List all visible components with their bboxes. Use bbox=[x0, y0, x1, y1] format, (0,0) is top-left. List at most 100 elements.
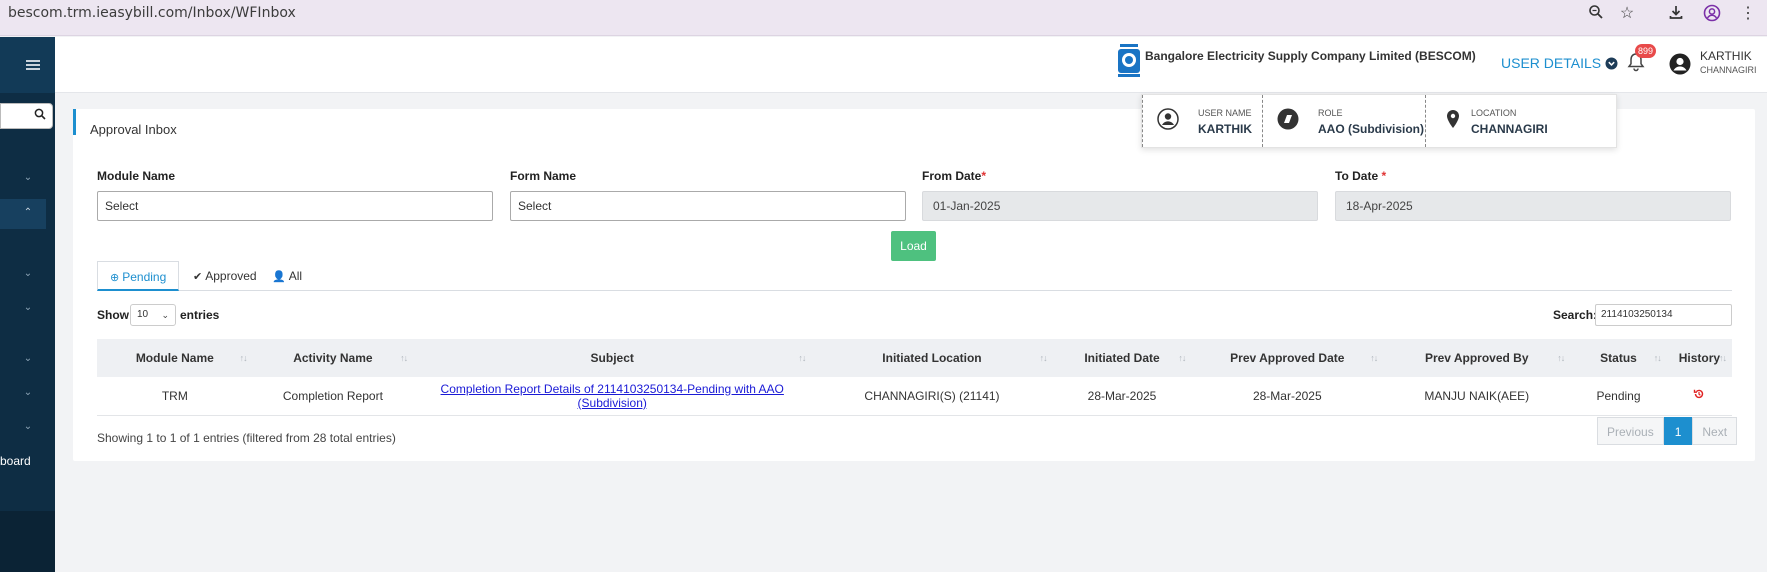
sort-icon: ↑↓ bbox=[1719, 353, 1727, 363]
chevron-down-icon[interactable]: ⌄ bbox=[22, 302, 34, 314]
cell-subject: Completion Report Details of 21141032501… bbox=[413, 377, 812, 416]
chevron-down-icon[interactable]: ⌄ bbox=[22, 268, 34, 280]
browser-bar: bescom.trm.ieasybill.com/Inbox/WFInbox ☆… bbox=[0, 0, 1767, 36]
sidebar: ⌄ ⌃ ⌄ ⌄ ⌄ ⌄ ⌄ board bbox=[0, 37, 55, 572]
plus-circle-icon: ⊕ bbox=[110, 272, 120, 284]
top-header: Bangalore Electricity Supply Company Lim… bbox=[55, 37, 1767, 93]
table-search-input[interactable]: 2114103250134 bbox=[1595, 304, 1732, 326]
col-activity-name[interactable]: Activity Name ↑↓ bbox=[252, 339, 414, 377]
browser-menu-icon[interactable]: ⋮ bbox=[1740, 4, 1756, 24]
user-details-toggle[interactable]: USER DETAILS bbox=[1501, 55, 1618, 71]
table-search-label: Search: bbox=[1553, 308, 1598, 322]
col-initiated-date[interactable]: Initiated Date ↑↓ bbox=[1052, 339, 1192, 377]
sort-icon: ↑↓ bbox=[1557, 353, 1565, 363]
table-info: Showing 1 to 1 of 1 entries (filtered fr… bbox=[97, 431, 396, 445]
sidebar-item-dashboard[interactable]: board bbox=[0, 454, 31, 468]
cell-location: CHANNAGIRI(S) (21141) bbox=[811, 377, 1053, 416]
col-prev-approved-date[interactable]: Prev Approved Date ↑↓ bbox=[1191, 339, 1384, 377]
col-history[interactable]: History ↑↓ bbox=[1666, 339, 1732, 377]
sort-icon: ↑↓ bbox=[1370, 353, 1378, 363]
module-name-label: Module Name bbox=[97, 169, 176, 183]
popup-role: ROLE AAO (Subdivision) bbox=[1262, 95, 1425, 147]
sort-icon: ↑↓ bbox=[1653, 353, 1662, 363]
header-user-location: CHANNAGIRI bbox=[1700, 65, 1757, 75]
entries-length-select[interactable]: 10 ⌄ bbox=[130, 304, 176, 326]
tab-approved[interactable]: ✔ Approved bbox=[181, 261, 269, 291]
col-initiated-location[interactable]: Initiated Location ↑↓ bbox=[811, 339, 1053, 377]
chevron-down-icon[interactable]: ⌄ bbox=[22, 172, 34, 184]
sort-icon: ↑↓ bbox=[1039, 353, 1048, 363]
page-1-button[interactable]: 1 bbox=[1663, 417, 1693, 445]
popup-location: LOCATION CHANNAGIRI bbox=[1425, 95, 1616, 147]
sidebar-footer bbox=[0, 511, 55, 572]
table-header-row: Module Name ↑↓ Activity Name ↑↓ Subject ↑↓ … bbox=[97, 339, 1732, 377]
approval-table: Module Name ↑↓ Activity Name ↑↓ Subject ↑↓ … bbox=[97, 339, 1732, 416]
sidebar-header bbox=[0, 37, 55, 93]
form-name-select[interactable]: Select bbox=[510, 191, 906, 221]
sort-icon: ↑↓ bbox=[400, 353, 408, 363]
popup-username: USER NAME KARTHIK bbox=[1142, 95, 1262, 147]
cell-activity: Completion Report bbox=[252, 377, 414, 416]
user-details-popup: USER NAME KARTHIK ROLE AAO (Subdivision)… bbox=[1141, 94, 1617, 148]
module-name-select[interactable]: Select bbox=[97, 191, 493, 221]
pagination: Previous 1 Next bbox=[1597, 417, 1738, 445]
sort-icon: ↑↓ bbox=[798, 353, 806, 363]
chevron-down-icon[interactable]: ⌄ bbox=[22, 421, 34, 433]
next-page-button[interactable]: Next bbox=[1692, 417, 1738, 445]
download-icon[interactable] bbox=[1666, 4, 1686, 24]
location-pin-icon bbox=[1447, 110, 1459, 128]
form-name-label: Form Name bbox=[510, 169, 577, 183]
cell-status: Pending bbox=[1570, 377, 1667, 416]
role-badge-icon bbox=[1277, 108, 1299, 130]
chevron-down-icon: ⌄ bbox=[161, 310, 169, 320]
tab-pending[interactable]: ⊕ Pending bbox=[97, 261, 180, 291]
bookmark-star-icon[interactable]: ☆ bbox=[1617, 4, 1637, 24]
status-tabs: ⊕ Pending ✔ Approved 👤 All bbox=[97, 261, 1732, 291]
col-module-name[interactable]: Module Name ↑↓ bbox=[97, 339, 253, 377]
load-button[interactable]: Load bbox=[891, 231, 936, 261]
check-circle-icon: ✔ bbox=[193, 271, 203, 283]
bescom-logo bbox=[1118, 44, 1140, 77]
col-prev-approved-by[interactable]: Prev Approved By ↑↓ bbox=[1383, 339, 1571, 377]
history-icon[interactable] bbox=[1693, 388, 1705, 400]
profile-icon[interactable] bbox=[1702, 4, 1722, 24]
chevron-down-circle-icon bbox=[1605, 57, 1618, 70]
show-label: Show bbox=[97, 308, 129, 322]
cell-initiated-date: 28-Mar-2025 bbox=[1052, 377, 1192, 416]
page-title: Approval Inbox bbox=[73, 109, 177, 137]
previous-page-button[interactable]: Previous bbox=[1597, 417, 1664, 445]
from-date-label: From Date* bbox=[922, 169, 987, 183]
address-bar[interactable]: bescom.trm.ieasybill.com/Inbox/WFInbox bbox=[8, 5, 296, 21]
to-date-label: To Date * bbox=[1335, 169, 1387, 183]
from-date-input[interactable]: 01-Jan-2025 bbox=[922, 191, 1318, 221]
subject-link[interactable]: Completion Report Details of 21141032501… bbox=[441, 382, 784, 410]
cell-history bbox=[1666, 377, 1732, 416]
sort-icon: ↑↓ bbox=[1178, 353, 1186, 363]
header-user-name: KARTHIK bbox=[1700, 49, 1752, 63]
zoom-icon[interactable] bbox=[1586, 4, 1606, 24]
notification-badge: 899 bbox=[1635, 44, 1657, 58]
chevron-down-icon[interactable]: ⌄ bbox=[22, 387, 34, 399]
table-row: TRM Completion Report Completion Report … bbox=[97, 377, 1732, 416]
col-status[interactable]: Status ↑↓ bbox=[1570, 339, 1667, 377]
approval-inbox-card: Approval Inbox Module Name Select Form N… bbox=[73, 109, 1755, 461]
cell-prev-by: MANJU NAIK(AEE) bbox=[1383, 377, 1571, 416]
cell-prev-date: 28-Mar-2025 bbox=[1191, 377, 1384, 416]
entries-label: entries bbox=[180, 308, 220, 322]
user-details-label: USER DETAILS bbox=[1501, 55, 1602, 71]
col-subject[interactable]: Subject ↑↓ bbox=[413, 339, 812, 377]
chevron-down-icon[interactable]: ⌄ bbox=[22, 353, 34, 365]
hamburger-menu-icon[interactable] bbox=[26, 60, 40, 70]
sort-icon: ↑↓ bbox=[239, 353, 248, 363]
tab-all[interactable]: 👤 All bbox=[260, 261, 314, 291]
cell-module: TRM bbox=[97, 377, 253, 416]
avatar[interactable] bbox=[1669, 53, 1691, 75]
company-name: Bangalore Electricity Supply Company Lim… bbox=[1145, 49, 1476, 63]
entries-length-value: 10 bbox=[137, 309, 149, 320]
user-icon: 👤 bbox=[272, 271, 286, 283]
to-date-input[interactable]: 18-Apr-2025 bbox=[1335, 191, 1731, 221]
sidebar-search-input[interactable] bbox=[0, 103, 53, 129]
search-icon bbox=[34, 108, 46, 123]
user-circle-icon bbox=[1157, 108, 1179, 130]
chevron-up-icon[interactable]: ⌃ bbox=[22, 207, 34, 219]
